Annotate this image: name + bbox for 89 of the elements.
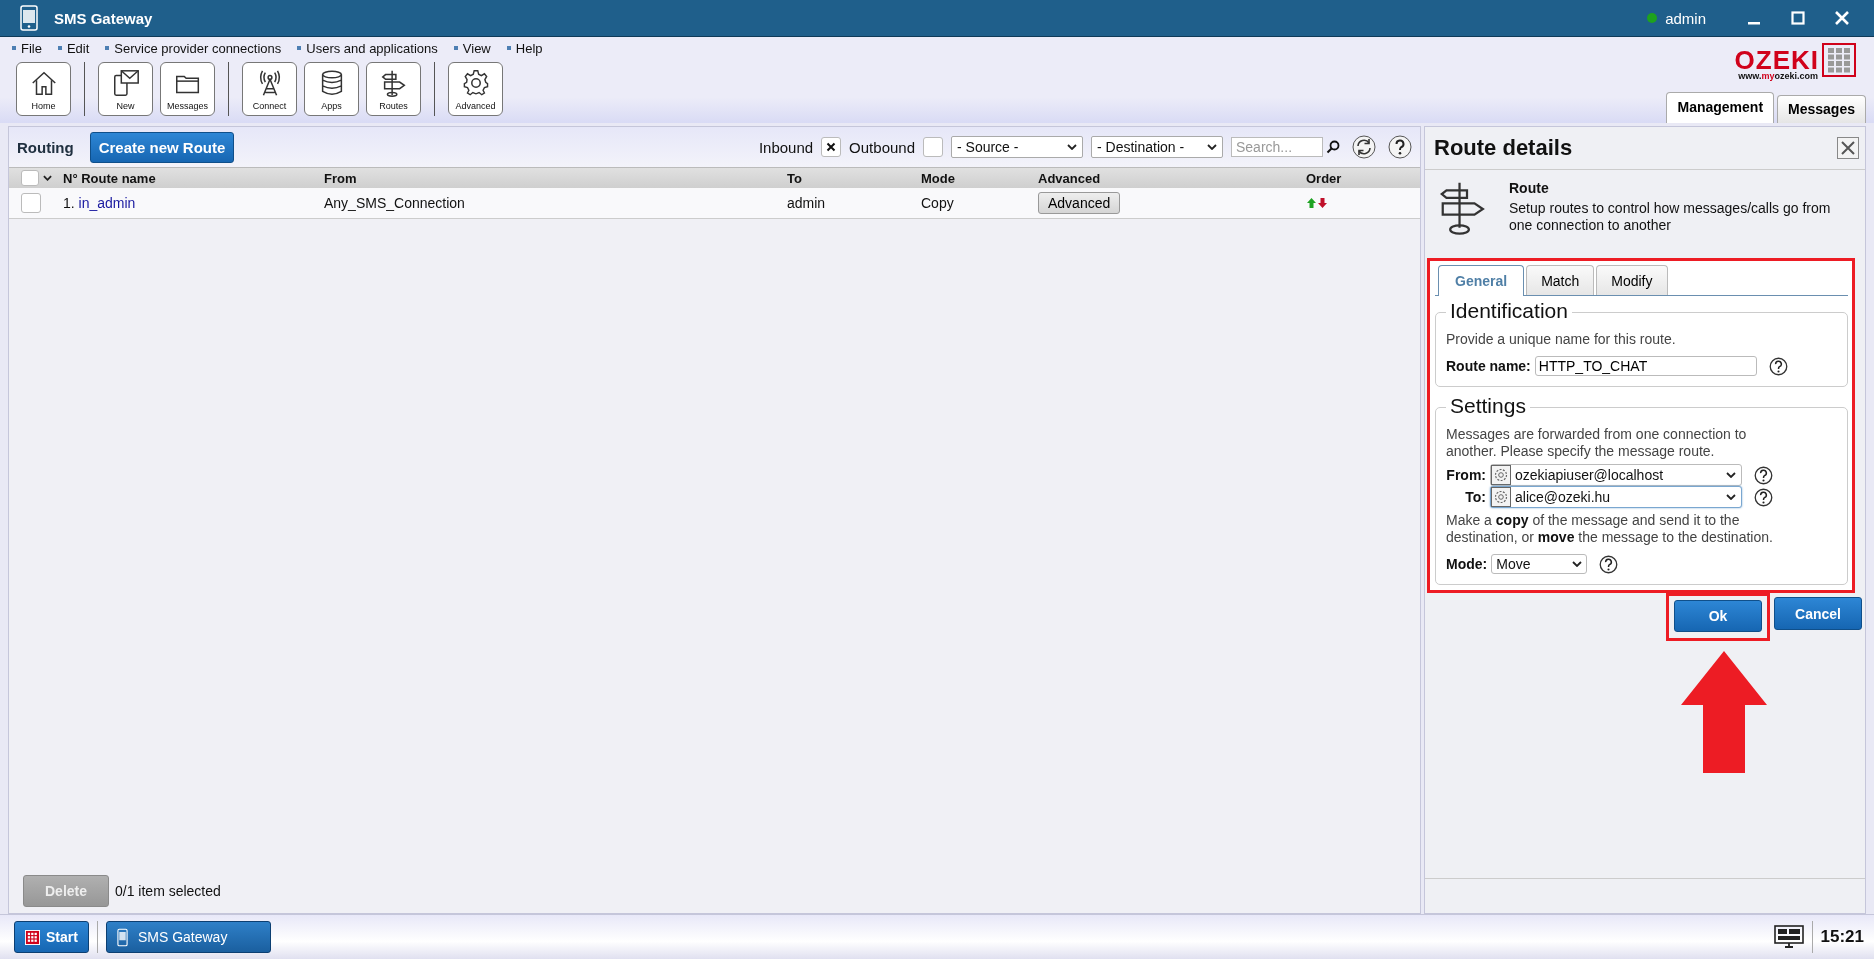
search-icon: [1326, 140, 1340, 154]
tab[interactable]: Match: [1526, 265, 1595, 295]
tab[interactable]: Modify: [1596, 265, 1668, 295]
field-label: Mode:: [1446, 556, 1488, 572]
phone-icon: [116, 927, 128, 947]
column-header: Mode: [921, 170, 956, 186]
advanced-button[interactable]: Advanced: [1038, 192, 1121, 214]
user-name: admin: [1665, 9, 1706, 27]
column-header: To: [787, 170, 803, 186]
order-arrows-icon[interactable]: [1306, 197, 1328, 209]
column-header: Advanced: [1038, 170, 1102, 186]
cross-icon: [826, 142, 837, 152]
filter-label: Outbound: [849, 138, 915, 156]
caret-icon: [1572, 561, 1583, 567]
menu-item[interactable]: Help: [506, 40, 543, 56]
caret-icon: [1726, 494, 1736, 500]
maximize-icon[interactable]: [1791, 11, 1805, 25]
caret-icon[interactable]: [43, 175, 52, 181]
table-cell-text: Copy: [921, 195, 955, 211]
menu-item[interactable]: File: [12, 40, 42, 56]
start-button[interactable]: Start: [14, 921, 89, 953]
help-icon[interactable]: [1599, 554, 1619, 574]
tab[interactable]: Management: [1666, 92, 1775, 123]
column-header: From: [324, 170, 358, 186]
table-cell: 1.: [63, 195, 75, 211]
help-icon[interactable]: [1388, 135, 1412, 159]
hint-text: Provide a unique name for this route.: [1446, 331, 1677, 348]
field-label: Route name:: [1446, 358, 1531, 374]
settings-icon: [1491, 465, 1511, 485]
filter-label: Inbound: [758, 138, 814, 156]
help-icon[interactable]: [1754, 487, 1773, 507]
section-heading: Route: [1509, 180, 1550, 196]
menu-item[interactable]: View: [453, 40, 491, 56]
taskbar-app[interactable]: SMS Gateway: [105, 921, 271, 953]
row-checkbox[interactable]: [21, 193, 41, 213]
help-icon[interactable]: [1754, 465, 1773, 485]
refresh-icon[interactable]: [1352, 135, 1376, 159]
menu-item[interactable]: Service provider connections: [105, 40, 282, 56]
hint-text: Make a copy of the message and send it to the destination, or move the message to the destination.: [1446, 512, 1774, 546]
hint-text: Messages are forwarded from one connection to another. Please specify the message route.: [1446, 426, 1748, 460]
keypad-icon: [25, 929, 40, 945]
destination-dropdown[interactable]: - Destination -: [1091, 136, 1223, 158]
monitor-icon[interactable]: [1773, 925, 1804, 949]
create-route-button[interactable]: Create new Route: [89, 131, 235, 163]
source-dropdown[interactable]: - Source -: [951, 136, 1083, 158]
field-label: To:: [1464, 489, 1486, 505]
table-row[interactable]: 1. in_admin Any_SMS_Connection admin Copy Advanced: [9, 188, 1420, 219]
settings-icon: [1491, 487, 1511, 507]
toolbar-button[interactable]: Home: [16, 62, 71, 116]
menu-item[interactable]: Edit: [57, 40, 90, 56]
description-text: Setup routes to control how messages/calls go from one connection to another: [1509, 200, 1832, 234]
tab[interactable]: General: [1438, 265, 1525, 296]
toolbar-button[interactable]: Routes: [366, 62, 421, 116]
clock: 15:21: [1820, 927, 1864, 947]
ok-button[interactable]: Ok: [1674, 600, 1762, 632]
tab[interactable]: Messages: [1777, 95, 1866, 123]
caret-icon: [1067, 144, 1077, 150]
toolbar-button[interactable]: Messages: [160, 62, 215, 116]
table-cell-text: admin: [787, 195, 827, 211]
toolbar-button[interactable]: Apps: [304, 62, 359, 116]
field-label: From:: [1446, 467, 1486, 483]
mode-dropdown[interactable]: Move: [1491, 554, 1588, 574]
help-icon[interactable]: [1768, 356, 1788, 376]
inbound-checkbox[interactable]: [821, 137, 842, 157]
column-header: Order: [1306, 170, 1343, 186]
select-all-checkbox[interactable]: [21, 170, 39, 186]
route-link[interactable]: in_admin: [78, 195, 136, 211]
search-field[interactable]: Search...: [1231, 137, 1323, 157]
caret-icon: [1726, 472, 1736, 478]
column-header: N°: [63, 170, 78, 186]
caret-icon: [1207, 144, 1217, 150]
column-header: Route name: [81, 170, 156, 186]
company-logo: OZEKI www.myozeki.com: [1734, 43, 1856, 81]
close-icon[interactable]: [1837, 137, 1859, 159]
from-dropdown[interactable]: ozekiapiuser@localhost: [1490, 464, 1742, 486]
toolbar-button[interactable]: Connect: [242, 62, 297, 116]
outbound-checkbox[interactable]: [923, 137, 943, 157]
route-name-field[interactable]: HTTP_TO_CHAT: [1534, 356, 1757, 376]
selection-count: 0/1 item selected: [115, 883, 221, 899]
cancel-button[interactable]: Cancel: [1774, 597, 1862, 630]
menu-item[interactable]: Users and applications: [297, 40, 438, 56]
phone-icon: [20, 5, 38, 31]
to-dropdown[interactable]: alice@ozeki.hu: [1490, 486, 1742, 508]
panel-title: Route details: [1434, 135, 1573, 161]
toolbar-button[interactable]: New: [98, 62, 153, 116]
window-title: SMS Gateway: [54, 9, 153, 27]
toolbar-button[interactable]: Advanced: [448, 62, 503, 116]
panel-title: Routing: [17, 138, 74, 156]
table-cell-text: Any_SMS_Connection: [324, 195, 466, 211]
